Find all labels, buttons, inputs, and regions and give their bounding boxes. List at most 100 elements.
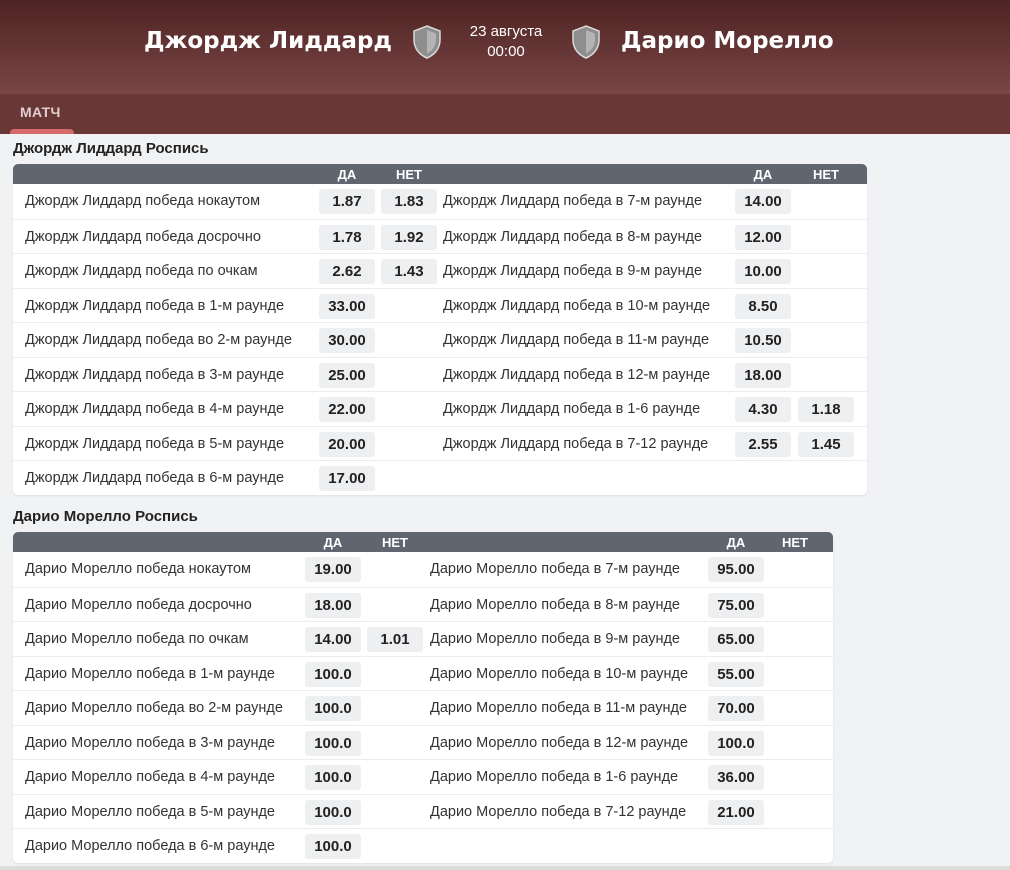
odds-yes-button[interactable]: 100.0 [305,799,361,825]
odds-yes-button[interactable]: 95.00 [708,557,764,582]
odds-yes-button[interactable]: 25.00 [319,362,375,388]
odds-yes-button[interactable]: 20.00 [319,431,375,457]
odds-yes-button[interactable]: 2.62 [319,259,375,284]
match-date: 23 августа [469,23,543,40]
odds-yes-button[interactable]: 19.00 [305,557,361,582]
table-row: Дарио Морелло победа в 1-м раунде 100.0 Да… [13,655,833,691]
odds-no-button[interactable]: 1.18 [798,397,854,422]
market-label: Дарио Морелло победа в 3-м раунде [25,734,275,751]
market-label: Джордж Лиддард победа в 6-м раунде [25,470,285,486]
odds-yes-button[interactable]: 10.00 [735,259,791,284]
match-time: 00:00 [487,43,525,60]
header-no: НЕТ [382,535,408,550]
market-label: Дарио Морелло победа нокаутом [25,561,252,577]
market-label: Дарио Морелло победа в 1-м раунде [25,665,275,682]
odds-no-button[interactable]: 1.45 [798,431,854,457]
market-label: Джордж Лиддард победа в 5-м раунде [25,435,285,452]
table-row: Джордж Лиддард победа в 1-м раунде 33.00 Д… [13,287,867,323]
odds-yes-button[interactable]: 70.00 [708,696,764,721]
odds-yes-button[interactable]: 8.50 [735,293,791,319]
odds-yes-button[interactable]: 14.00 [305,627,361,652]
tab-active-indicator [10,129,74,134]
odds-yes-button[interactable]: 21.00 [708,799,764,825]
match-datetime: 23 августа 00:00 [446,22,566,62]
market-label: Дарио Морелло победа досрочно [25,596,252,613]
market-label: Джордж Лиддард победа в 7-12 раунде [443,435,709,452]
table-row: Дарио Морелло победа в 5-м раунде 100.0 Да… [13,793,833,829]
tab-match[interactable]: МАТЧ [20,104,61,120]
market-label: Джордж Лиддард победа в 12-м раунде [443,366,711,383]
odds-yes-button[interactable]: 14.00 [735,189,791,214]
odds-yes-button[interactable]: 10.50 [735,328,791,353]
shield-icon [572,25,600,59]
table-body: Джордж Лиддард победа нокаутом 1.87 1.83 Дж… [13,184,867,495]
odds-yes-button[interactable]: 75.00 [708,592,764,618]
market-label: Дарио Морелло победа в 12-м раунде [430,734,689,751]
odds-yes-button[interactable]: 18.00 [735,362,791,388]
market-label: Дарио Морелло победа в 7-12 раунде [430,803,687,820]
market-label: Джордж Лиддард победа нокаутом [25,193,261,209]
odds-yes-button[interactable]: 55.00 [708,661,764,687]
table-header: ДА НЕТ ДА НЕТ [13,532,833,552]
market-label: Дарио Морелло победа в 10-м раунде [430,665,689,682]
market-label: Джордж Лиддард победа досрочно [25,228,261,245]
market-label: Джордж Лиддард победа в 1-м раунде [25,297,285,314]
divider [0,866,1010,870]
section-title: Джордж Лиддард Роспись [13,140,209,157]
odds-yes-button[interactable]: 4.30 [735,397,791,422]
odds-yes-button[interactable]: 100.0 [305,730,361,756]
market-label: Дарио Морелло победа в 6-м раунде [25,838,275,854]
odds-yes-button[interactable]: 1.87 [319,189,375,214]
header-no: НЕТ [813,167,839,182]
market-label: Джордж Лиддард победа в 3-м раунде [25,366,285,383]
market-label: Дарио Морелло победа в 9-м раунде [430,631,680,647]
odds-yes-button[interactable]: 17.00 [319,466,375,491]
team2-name: Дарио Морелло [621,28,834,54]
header-no: НЕТ [396,167,422,182]
odds-yes-button[interactable]: 1.78 [319,224,375,250]
section-title: Дарио Морелло Роспись [13,508,198,525]
market-label: Дарио Морелло победа в 4-м раунде [25,769,275,785]
table-row: Джордж Лиддард победа в 4-м раунде 22.00 Д… [13,391,867,426]
table-row: Дарио Морелло победа нокаутом 19.00 Дарио … [13,552,833,587]
header-yes: ДА [323,535,343,550]
market-label: Дарио Морелло победа в 1-6 раунде [430,769,679,785]
odds-yes-button[interactable]: 2.55 [735,431,791,457]
odds-yes-button[interactable]: 18.00 [305,592,361,618]
market-label: Джордж Лиддард победа в 4-м раунде [25,401,285,417]
market-label: Джордж Лиддард победа в 8-м раунде [443,228,703,245]
odds-yes-button[interactable]: 22.00 [319,397,375,422]
table-row: Дарио Морелло победа в 6-м раунде 100.0 [13,828,833,863]
market-label: Джордж Лиддард победа в 11-м раунде [443,332,710,348]
odds-no-button[interactable]: 1.43 [381,259,437,284]
odds-no-button[interactable]: 1.01 [367,627,423,652]
market-label: Джордж Лиддард победа во 2-м раунде [25,332,292,348]
market-label: Джордж Лиддард победа в 1-6 раунде [443,401,701,417]
market-label: Дарио Морелло победа в 8-м раунде [430,596,680,613]
odds-yes-button[interactable]: 30.00 [319,328,375,353]
table-row: Дарио Морелло победа досрочно 18.00 Дарио … [13,586,833,622]
odds-no-button[interactable]: 1.83 [381,189,437,214]
table-row: Джордж Лиддард победа по очкам 2.62 1.43 Дж… [13,253,867,288]
market-label: Джордж Лиддард победа в 7-м раунде [443,193,703,209]
odds-yes-button[interactable]: 100.0 [305,834,361,859]
odds-table: ДА НЕТ ДА НЕТ Дарио Морелло победа нокау… [13,532,833,863]
odds-yes-button[interactable]: 36.00 [708,765,764,790]
odds-no-button[interactable]: 1.92 [381,224,437,250]
odds-yes-button[interactable]: 12.00 [735,224,791,250]
table-row: Джордж Лиддард победа в 5-м раунде 20.00 Д… [13,425,867,461]
tab-bar: МАТЧ [0,94,1010,134]
header-yes: ДА [753,167,773,182]
market-label: Дарио Морелло победа во 2-м раунде [25,700,283,716]
market-label: Джордж Лиддард победа в 9-м раунде [443,263,703,279]
table-body: Дарио Морелло победа нокаутом 19.00 Дарио … [13,552,833,863]
table-row: Джордж Лиддард победа в 3-м раунде 25.00 Д… [13,356,867,392]
odds-yes-button[interactable]: 100.0 [305,765,361,790]
table-row: Дарио Морелло победа по очкам 14.00 1.01 Да… [13,621,833,656]
odds-yes-button[interactable]: 100.0 [305,696,361,721]
odds-yes-button[interactable]: 65.00 [708,627,764,652]
shield-icon [413,25,441,59]
odds-yes-button[interactable]: 100.0 [708,730,764,756]
odds-yes-button[interactable]: 100.0 [305,661,361,687]
odds-yes-button[interactable]: 33.00 [319,293,375,319]
